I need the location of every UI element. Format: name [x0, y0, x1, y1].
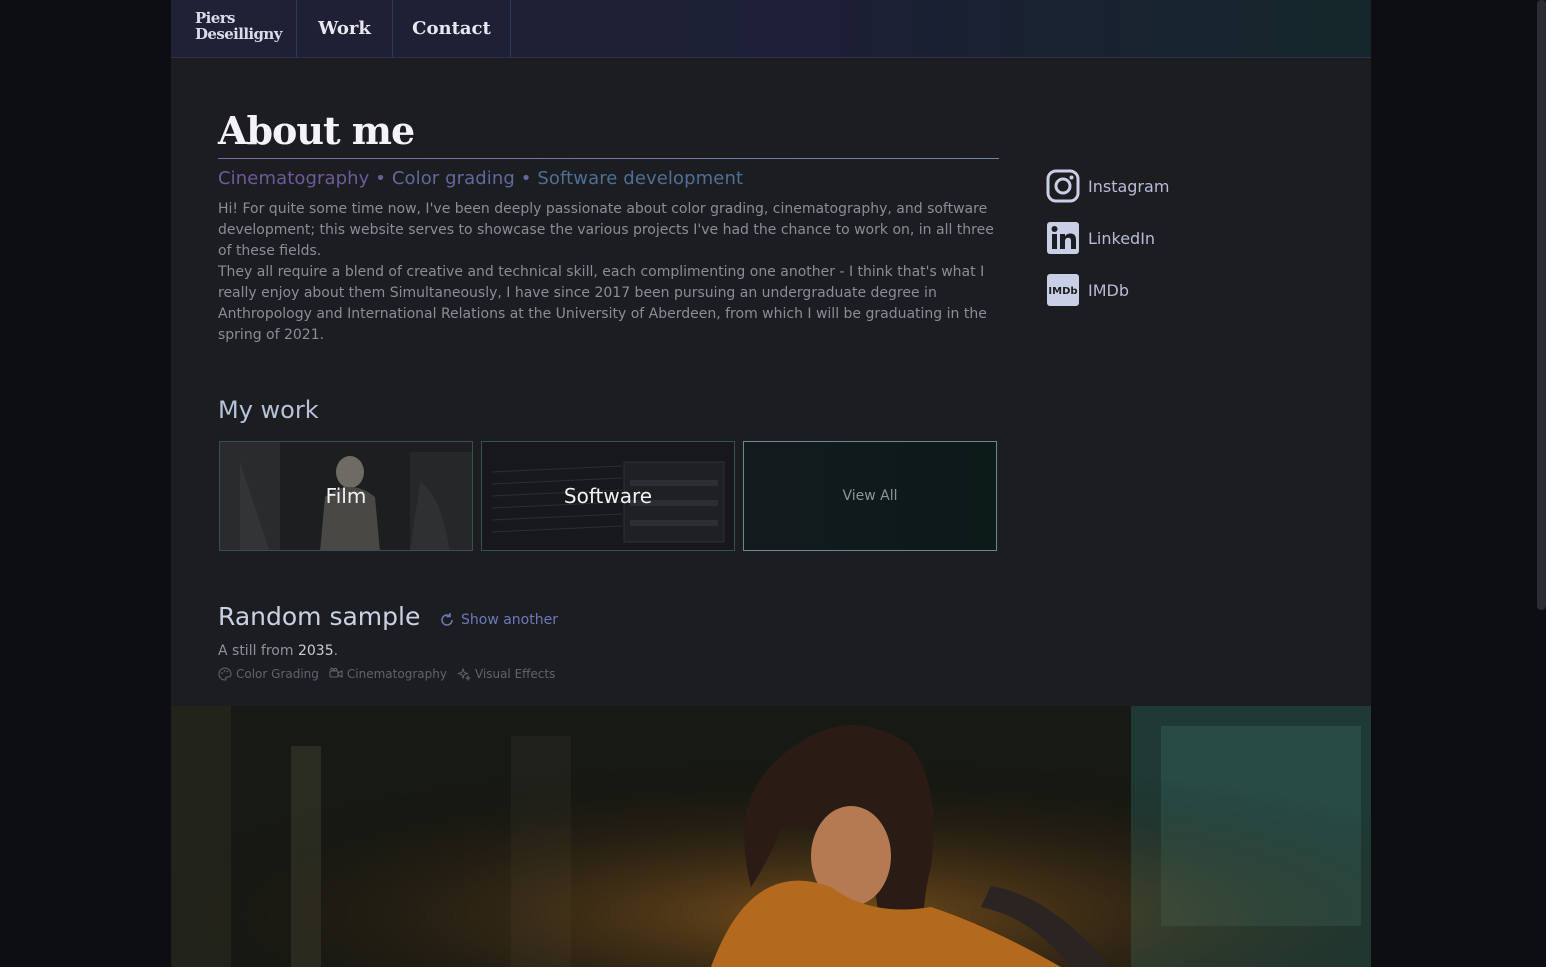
bio-paragraph: Hi! For quite some time now, I've been d…: [218, 201, 994, 259]
caption-year-link[interactable]: 2035: [298, 643, 334, 659]
social-links: Instagram LinkedIn IMDb IMDb: [1046, 169, 1169, 325]
logo-text: Piers Deseilligny: [195, 9, 282, 43]
work-card-label: Film: [325, 484, 367, 508]
bio-paragraph: They all require a blend of creative and…: [218, 264, 987, 343]
work-card-label: Software: [563, 484, 653, 508]
sample-still-image: [171, 706, 1371, 967]
tag-label: Visual Effects: [474, 667, 556, 681]
social-link-imdb[interactable]: IMDb IMDb: [1046, 273, 1169, 307]
work-card-view-all[interactable]: View All: [743, 441, 997, 551]
social-link-linkedin[interactable]: LinkedIn: [1046, 221, 1169, 255]
svg-text:IMDb: IMDb: [1048, 286, 1077, 297]
page-scrollbar[interactable]: [1537, 0, 1546, 610]
about-subtitle: Cinematography • Color grading • Softwar…: [218, 168, 743, 189]
nav-link-contact-label: Contact: [412, 18, 491, 39]
subtitle-cinematography: Cinematography: [218, 168, 370, 189]
site-logo[interactable]: Piers Deseilligny: [171, 0, 297, 57]
random-sample-heading: Random sample: [218, 602, 421, 631]
social-label: IMDb: [1088, 280, 1129, 300]
caption-prefix: A still from: [218, 643, 298, 659]
tag-label: Color Grading: [236, 667, 319, 681]
tag-visual-effects: Visual Effects: [456, 667, 556, 681]
subtitle-separator: •: [514, 168, 538, 189]
imdb-icon: IMDb: [1047, 274, 1079, 306]
subtitle-software-development: Software development: [537, 168, 744, 189]
show-another-label: Show another: [461, 612, 558, 628]
my-work-heading: My work: [218, 396, 319, 424]
nav-link-work-label: Work: [318, 18, 371, 39]
show-another-button[interactable]: Show another: [439, 612, 558, 628]
caption-suffix: .: [333, 643, 339, 659]
tag-cinematography: Cinematography: [329, 667, 447, 681]
work-card-film[interactable]: Film: [219, 441, 473, 551]
sample-tags: Color Grading Cinematography Visual Effe…: [218, 667, 565, 681]
camera-icon: [329, 667, 343, 678]
top-nav: Piers Deseilligny Work Contact: [171, 0, 1371, 58]
page-title: About me: [218, 108, 415, 153]
nav-link-contact[interactable]: Contact: [393, 0, 511, 57]
refresh-icon: [441, 613, 453, 626]
instagram-icon: [1046, 169, 1080, 203]
social-label: Instagram: [1088, 176, 1170, 196]
work-card-label: View All: [842, 488, 898, 504]
subtitle-separator: •: [369, 168, 392, 189]
page-container: Piers Deseilligny Work Contact About me …: [171, 0, 1371, 967]
tag-color-grading: Color Grading: [218, 667, 319, 681]
about-bio: Hi! For quite some time now, I've been d…: [218, 199, 998, 346]
social-label: LinkedIn: [1088, 228, 1156, 248]
title-divider: [218, 158, 999, 159]
subtitle-color-grading: Color grading: [391, 168, 515, 189]
film-still-illustration: [171, 706, 1371, 967]
social-link-instagram[interactable]: Instagram: [1046, 169, 1169, 203]
nav-link-work[interactable]: Work: [297, 0, 393, 57]
palette-icon: [218, 667, 232, 681]
work-card-software[interactable]: Software: [481, 441, 735, 551]
linkedin-icon: [1047, 222, 1079, 254]
tag-label: Cinematography: [346, 667, 447, 681]
sparkle-icon: [456, 667, 471, 681]
sample-caption: A still from 2035.: [218, 643, 338, 659]
